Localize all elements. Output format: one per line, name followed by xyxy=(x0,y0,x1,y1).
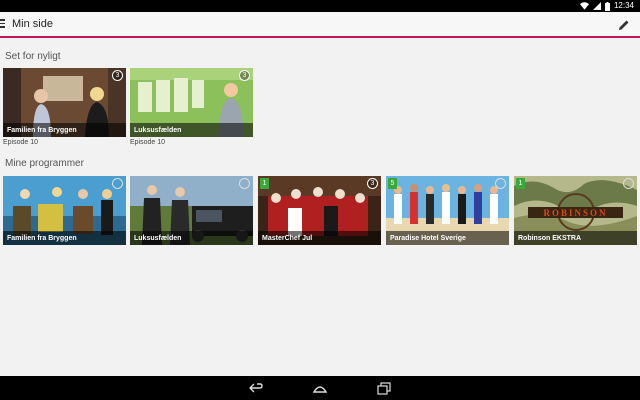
status-icons: 12:34 xyxy=(579,1,634,11)
episode-count-badge xyxy=(495,178,506,189)
robinson-logo-text: ROBINSON xyxy=(543,208,607,218)
tile-title: Paradise Hotel Sverige xyxy=(390,235,466,242)
battery-icon xyxy=(604,1,610,11)
episode-count-badge: 3 xyxy=(112,70,123,81)
tile-title: Robinson EKSTRA xyxy=(518,235,581,242)
tile-title: MasterChef Jul xyxy=(262,235,313,242)
episode-count-badge xyxy=(239,178,250,189)
episode-count-badge: 3 xyxy=(239,70,250,81)
episode-count-badge xyxy=(112,178,123,189)
pencil-icon[interactable] xyxy=(618,19,630,31)
tile-title: Familien fra Bryggen xyxy=(7,235,77,242)
recents-icon[interactable] xyxy=(376,381,392,395)
back-icon[interactable] xyxy=(248,381,264,395)
clock: 12:34 xyxy=(613,1,634,10)
new-episodes-badge: 1 xyxy=(260,178,269,189)
home-icon[interactable] xyxy=(312,381,328,395)
status-bar: 12:34 xyxy=(0,0,640,12)
app-bar: Min side xyxy=(0,12,640,38)
program-tile-robinson[interactable]: ROBINSON 1 Robinson EKSTRA xyxy=(514,176,637,245)
tile-title: Luksusfælden xyxy=(134,127,182,134)
program-tile-familien[interactable]: Familien fra Bryggen xyxy=(3,176,126,245)
program-tile-masterchef[interactable]: 1 3 MasterChef Jul xyxy=(258,176,381,245)
episode-count-badge: 3 xyxy=(367,178,378,189)
signal-icon xyxy=(592,2,601,10)
tile-title: Luksusfælden xyxy=(134,235,182,242)
episode-label: Episode 10 xyxy=(130,139,166,146)
recent-tile-luksus[interactable]: 3 Luksusfælden xyxy=(130,68,253,137)
wifi-icon xyxy=(579,2,589,10)
page-title: Min side xyxy=(12,18,53,30)
new-episodes-badge: 5 xyxy=(388,178,397,189)
hamburger-menu-icon[interactable] xyxy=(0,19,8,31)
program-tile-paradise[interactable]: 5 Paradise Hotel Sverige xyxy=(386,176,509,245)
section-title-recent: Set for nyligt xyxy=(5,51,61,62)
episode-label: Episode 10 xyxy=(3,139,39,146)
new-episodes-badge: 1 xyxy=(516,178,525,189)
recent-tile-familien[interactable]: 3 Familien fra Bryggen xyxy=(3,68,126,137)
navigation-bar xyxy=(0,376,640,400)
program-tile-luksus[interactable]: Luksusfælden xyxy=(130,176,253,245)
section-title-programs: Mine programmer xyxy=(5,158,84,169)
episode-count-badge xyxy=(623,178,634,189)
tile-title: Familien fra Bryggen xyxy=(7,127,77,134)
